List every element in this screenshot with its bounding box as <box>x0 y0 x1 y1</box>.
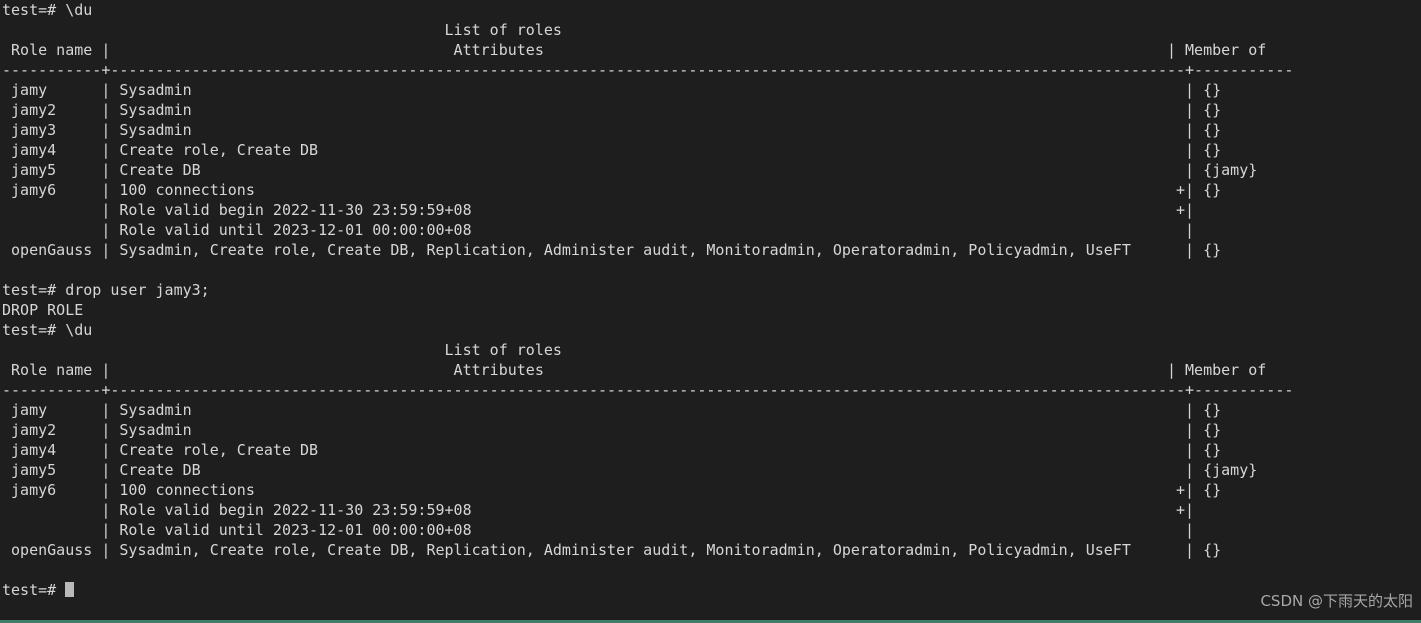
terminal-line: | Role valid until 2023-12-01 00:00:00+0… <box>2 221 1195 239</box>
terminal-line: List of roles <box>2 21 562 39</box>
terminal-line: jamy2 | Sysadmin | {} <box>2 101 1222 119</box>
terminal-line: jamy6 | 100 connections +| {} <box>2 481 1222 499</box>
terminal-screen-buffer[interactable]: test=# \du List of roles Role name | Att… <box>2 0 1293 600</box>
terminal-line: jamy3 | Sysadmin | {} <box>2 121 1222 139</box>
terminal-line: Role name | Attributes | Member of <box>2 361 1267 379</box>
terminal-line: List of roles <box>2 341 562 359</box>
terminal-line: test=# drop user jamy3; <box>2 281 210 299</box>
terminal-prompt-line: test=# <box>2 580 1293 600</box>
terminal-line: jamy5 | Create DB | {jamy} <box>2 161 1258 179</box>
terminal-line: -----------+----------------------------… <box>2 381 1294 399</box>
terminal-line: | Role valid until 2023-12-01 00:00:00+0… <box>2 521 1195 539</box>
text-cursor <box>65 582 75 597</box>
terminal-line: | Role valid begin 2022-11-30 23:59:59+0… <box>2 201 1195 219</box>
terminal-line: test=# \du <box>2 321 93 339</box>
terminal-line: DROP ROLE <box>2 301 84 319</box>
terminal-line: Role name | Attributes | Member of <box>2 41 1267 59</box>
terminal-line: jamy6 | 100 connections +| {} <box>2 181 1222 199</box>
terminal-window[interactable]: test=# \du List of roles Role name | Att… <box>0 0 1421 623</box>
terminal-line: jamy | Sysadmin | {} <box>2 401 1222 419</box>
terminal-line: test=# \du <box>2 1 93 19</box>
terminal-line: jamy4 | Create role, Create DB | {} <box>2 141 1222 159</box>
terminal-line: jamy2 | Sysadmin | {} <box>2 421 1222 439</box>
terminal-line: | Role valid begin 2022-11-30 23:59:59+0… <box>2 501 1195 519</box>
terminal-line: jamy5 | Create DB | {jamy} <box>2 461 1258 479</box>
csdn-watermark: CSDN @下雨天的太阳 <box>1260 592 1413 610</box>
terminal-line: -----------+----------------------------… <box>2 61 1294 79</box>
terminal-line: openGauss | Sysadmin, Create role, Creat… <box>2 541 1222 559</box>
terminal-line: openGauss | Sysadmin, Create role, Creat… <box>2 241 1222 259</box>
terminal-line: jamy4 | Create role, Create DB | {} <box>2 441 1222 459</box>
terminal-line: jamy | Sysadmin | {} <box>2 81 1222 99</box>
